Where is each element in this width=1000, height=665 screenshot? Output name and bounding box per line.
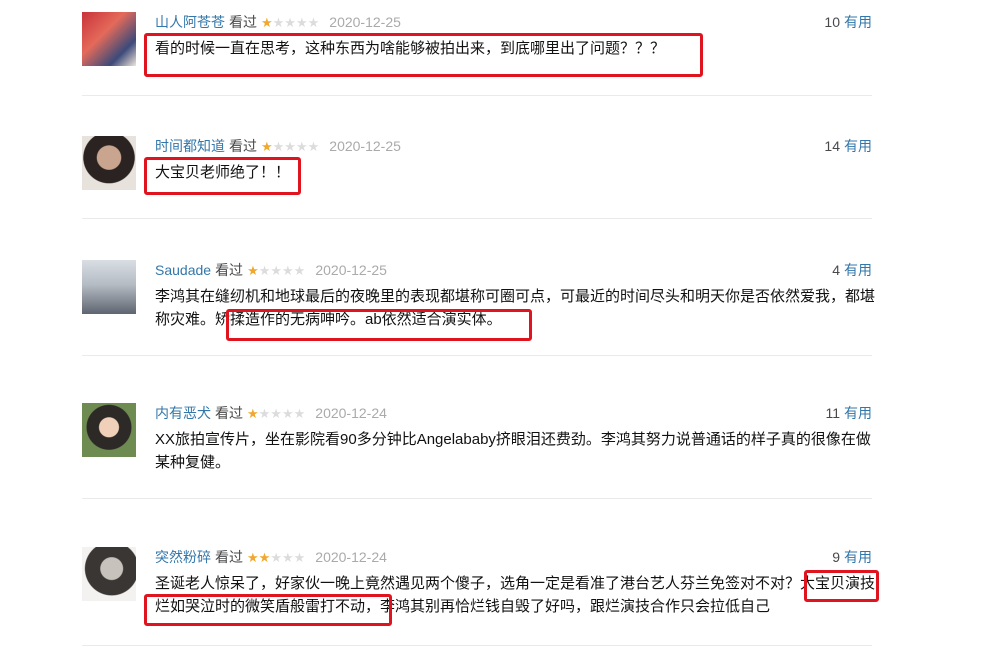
review-meta: 突然粉碎 看过 ★★★★★ 2020-12-24 [155,547,387,567]
username-link[interactable]: 内有恶犬 [155,405,211,421]
useful-button[interactable]: 有用 [844,405,872,421]
review-meta: 内有恶犬 看过 ★★★★★ 2020-12-24 [155,403,387,423]
review-date: 2020-12-25 [329,14,401,30]
star-filled-icon: ★ [247,406,259,421]
vote-area: 4 有用 [832,260,872,280]
review-text: XX旅拍宣传片，坐在影院看90多分钟比Angelababy挤眼泪还费劲。李鸿其努… [155,431,871,471]
star-filled-icon: ★ [261,139,273,154]
divider [82,218,872,219]
watched-label: 看过 [229,14,257,30]
star-empty-icon: ★★★★ [272,15,320,30]
vote-count: 11 [825,405,840,421]
username-link[interactable]: Saudade [155,262,211,278]
highlight-box [804,570,879,602]
divider [82,498,872,499]
review-meta: Saudade 看过 ★★★★★ 2020-12-25 [155,260,387,280]
review-item: 内有恶犬 看过 ★★★★★ 2020-12-24 11 有用 XX旅拍宣传片，坐在影院看… [82,403,872,483]
divider [82,95,872,96]
useful-button[interactable]: 有用 [844,549,872,565]
avatar[interactable] [82,547,136,601]
rating-stars: ★★★★★ [261,139,319,154]
star-empty-icon: ★★★★ [258,263,306,278]
star-empty-icon: ★★★★ [272,139,320,154]
vote-count: 4 [832,262,840,278]
review-meta: 时间都知道 看过 ★★★★★ 2020-12-25 [155,136,401,156]
rating-stars: ★★★★★ [247,550,305,565]
avatar[interactable] [82,260,136,314]
watched-label: 看过 [215,262,244,278]
watched-label: 看过 [215,549,243,565]
highlight-box [144,33,703,77]
vote-count: 9 [832,549,840,565]
vote-area: 11 有用 [825,403,872,423]
star-filled-icon: ★★ [247,550,271,565]
useful-button[interactable]: 有用 [844,138,872,154]
avatar[interactable] [82,136,136,190]
watched-label: 看过 [229,138,257,154]
avatar[interactable] [82,12,136,66]
star-filled-icon: ★ [261,15,273,30]
username-link[interactable]: 时间都知道 [155,138,225,154]
review-date: 2020-12-24 [315,549,387,565]
vote-count: 10 [824,14,840,30]
useful-button[interactable]: 有用 [844,262,872,278]
vote-area: 10 有用 [824,12,872,32]
username-link[interactable]: 突然粉碎 [155,549,211,565]
star-empty-icon: ★★★ [270,550,306,565]
divider [82,355,872,356]
rating-stars: ★★★★★ [247,406,305,421]
review-meta: 山人阿苍苍 看过 ★★★★★ 2020-12-25 [155,12,401,32]
vote-area: 9 有用 [832,547,872,567]
review-date: 2020-12-25 [315,262,387,278]
rating-stars: ★★★★★ [247,263,305,278]
divider [82,645,872,646]
rating-stars: ★★★★★ [261,15,319,30]
star-empty-icon: ★★★★ [258,406,306,421]
highlight-box [144,157,301,195]
review-date: 2020-12-24 [315,405,387,421]
highlight-box [226,309,532,341]
avatar[interactable] [82,403,136,457]
watched-label: 看过 [215,405,243,421]
vote-area: 14 有用 [824,136,872,156]
username-link[interactable]: 山人阿苍苍 [155,14,225,30]
useful-button[interactable]: 有用 [844,14,872,30]
vote-count: 14 [824,138,840,154]
star-filled-icon: ★ [247,263,259,278]
review-date: 2020-12-25 [329,138,401,154]
highlight-box [144,594,392,626]
